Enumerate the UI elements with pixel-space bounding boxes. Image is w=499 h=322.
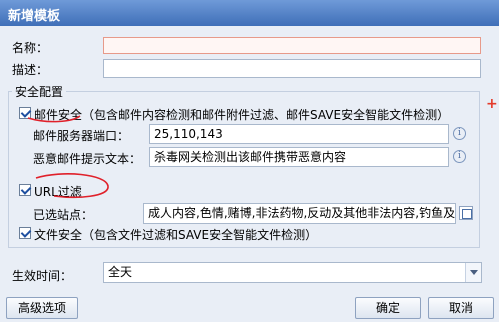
chevron-down-icon[interactable] [465, 263, 481, 282]
annotation-underline-mail [27, 115, 81, 123]
cancel-button[interactable]: 取消 [428, 297, 494, 319]
effective-time-select[interactable]: 全天 [103, 262, 482, 283]
effective-time-label: 生效时间： [12, 269, 73, 283]
ok-button[interactable]: 确定 [355, 297, 421, 319]
annotation-circle-url [35, 173, 109, 199]
advanced-options-button[interactable]: 高级选项 [6, 297, 78, 319]
